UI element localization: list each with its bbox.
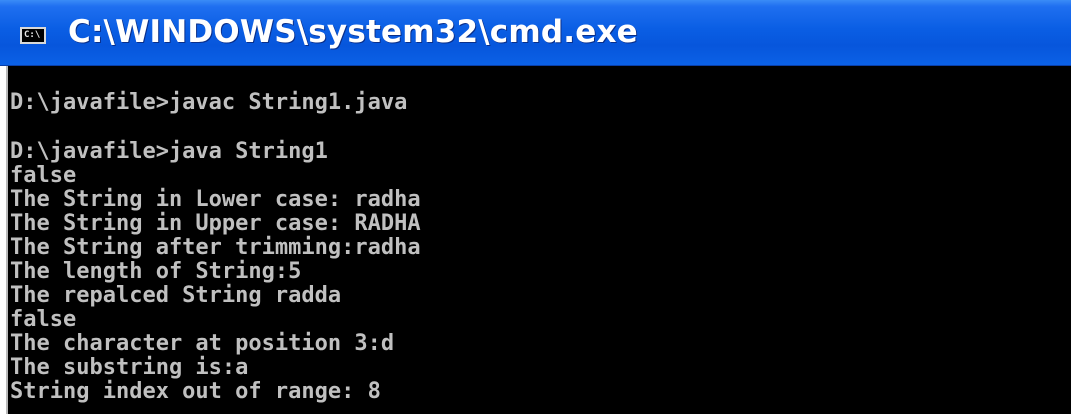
cmd-icon[interactable]: C:\: [20, 27, 46, 44]
console-line: The repalced String radda: [10, 283, 342, 308]
console-line: The length of String:5: [10, 259, 302, 284]
title-bar[interactable]: C:\ C:\WINDOWS\system32\cmd.exe: [0, 0, 1071, 66]
console-line: The substring is:a: [10, 355, 249, 380]
cmd-icon-glyph: C:\: [24, 30, 41, 40]
console-line: The String in Upper case: RADHA: [10, 211, 421, 236]
console-line: D:\javafile>javac String1.java: [10, 90, 408, 115]
console-line: D:\javafile>java String1: [10, 139, 328, 164]
console-line: false: [10, 163, 77, 188]
cmd-window: C:\ C:\WINDOWS\system32\cmd.exe D:\javaf…: [0, 0, 1071, 414]
console-output[interactable]: D:\javafile>javac String1.java D:\javafi…: [6, 66, 1071, 414]
console-line: The String after trimming:radha: [10, 235, 421, 260]
console-line: String index out of range: 8: [10, 379, 381, 404]
console-line: The String in Lower case: radha: [10, 187, 421, 212]
console-line: false: [10, 307, 77, 332]
window-title: C:\WINDOWS\system32\cmd.exe: [68, 14, 638, 50]
console-line: The character at position 3:d: [10, 331, 395, 356]
